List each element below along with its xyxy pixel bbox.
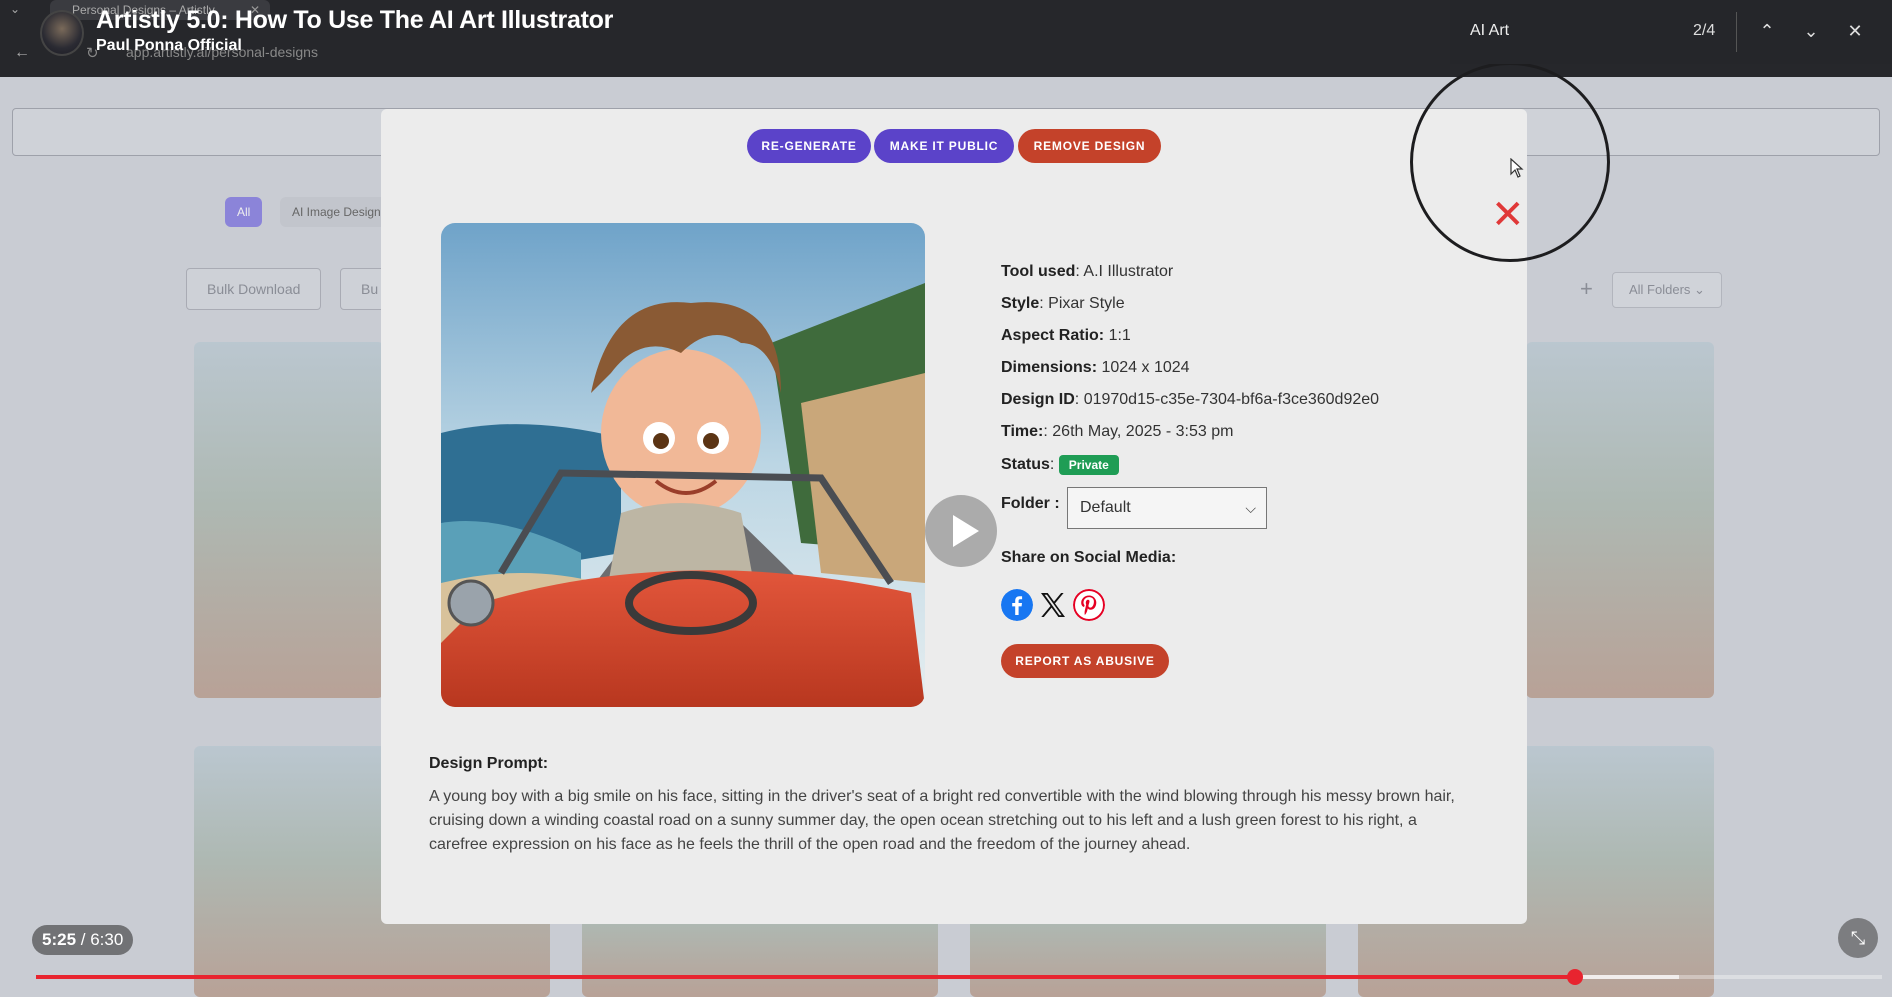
time-label: Time: bbox=[1001, 423, 1044, 440]
aspect-ratio-row: Aspect Ratio: 1:1 bbox=[1001, 327, 1131, 345]
all-folders-label: All Folders bbox=[1629, 282, 1691, 297]
facebook-icon[interactable] bbox=[1001, 589, 1033, 621]
chevron-down-icon: ⌵ bbox=[1245, 500, 1256, 516]
design-details-modal: RE-GENERATE MAKE IT PUBLIC REMOVE DESIGN… bbox=[381, 109, 1527, 924]
share-label: Share on Social Media: bbox=[1001, 549, 1177, 566]
chevron-up-icon[interactable]: ⌃ bbox=[1754, 18, 1780, 44]
design-id-label: Design ID bbox=[1001, 391, 1075, 408]
close-icon[interactable]: ✕ bbox=[1842, 18, 1868, 44]
tool-used-value: A.I Illustrator bbox=[1083, 263, 1174, 280]
channel-name[interactable]: Paul Ponna Official bbox=[96, 37, 242, 55]
aspect-ratio-value: 1:1 bbox=[1108, 327, 1131, 344]
video-time-current: 5:25 bbox=[42, 930, 77, 949]
report-abusive-button[interactable]: REPORT AS ABUSIVE bbox=[1001, 644, 1169, 678]
aspect-ratio-label: Aspect Ratio: bbox=[1001, 327, 1105, 344]
style-label: Style bbox=[1001, 295, 1040, 312]
design-id-row: Design ID: 01970d15-c35e-7304-bf6a-f3ce3… bbox=[1001, 391, 1380, 408]
video-time-total: 6:30 bbox=[90, 930, 124, 949]
design-thumbnail[interactable] bbox=[1526, 342, 1714, 698]
design-prompt-text: A young boy with a big smile on his face… bbox=[429, 788, 1455, 853]
filter-ai-image-design[interactable]: AI Image Design bbox=[280, 197, 393, 227]
remove-design-button[interactable]: REMOVE DESIGN bbox=[1018, 129, 1161, 163]
bulk-download-button[interactable]: Bulk Download bbox=[186, 268, 322, 310]
time-row: Time:: 26th May, 2025 - 3:53 pm bbox=[1001, 423, 1234, 440]
mouse-cursor-icon bbox=[1510, 158, 1524, 178]
chevron-down-icon[interactable]: ⌄ bbox=[1798, 18, 1824, 44]
dimensions-label: Dimensions: bbox=[1001, 359, 1098, 376]
all-folders-dropdown[interactable]: All Folders ⌄ bbox=[1612, 272, 1722, 308]
folder-label: Folder : bbox=[1001, 495, 1060, 512]
find-in-page-bar: AI Art 2/4 ⌃ ⌄ ✕ bbox=[1450, 0, 1892, 64]
status-label: Status bbox=[1001, 456, 1050, 473]
tab-list-chevron-icon[interactable]: ⌄ bbox=[10, 2, 20, 16]
regenerate-button[interactable]: RE-GENERATE bbox=[747, 129, 871, 163]
make-public-button[interactable]: MAKE IT PUBLIC bbox=[874, 129, 1014, 163]
find-query-input[interactable]: AI Art bbox=[1470, 22, 1509, 40]
folder-row: Folder : Default ⌵ bbox=[1001, 487, 1267, 529]
x-twitter-icon[interactable] bbox=[1037, 589, 1069, 621]
folder-select[interactable]: Default ⌵ bbox=[1067, 487, 1267, 529]
status-badge: Private bbox=[1058, 455, 1119, 475]
channel-avatar[interactable] bbox=[40, 10, 84, 56]
folder-select-value: Default bbox=[1080, 499, 1131, 516]
play-icon[interactable] bbox=[925, 495, 997, 567]
find-divider bbox=[1736, 12, 1737, 52]
style-row: Style: Pixar Style bbox=[1001, 295, 1125, 312]
style-value: Pixar Style bbox=[1048, 295, 1125, 312]
exit-fullscreen-icon[interactable]: ⤡ bbox=[1838, 918, 1878, 958]
design-thumbnail[interactable] bbox=[194, 342, 384, 698]
dimensions-row: Dimensions: 1024 x 1024 bbox=[1001, 359, 1190, 377]
find-result-count: 2/4 bbox=[1693, 22, 1716, 39]
video-time-separator: / bbox=[76, 930, 91, 949]
video-title[interactable]: Artistly 5.0: How To Use The AI Art Illu… bbox=[96, 6, 613, 35]
back-arrow-icon[interactable]: ← bbox=[14, 44, 30, 62]
pinterest-icon[interactable] bbox=[1073, 589, 1105, 621]
dimensions-value: 1024 x 1024 bbox=[1101, 359, 1190, 376]
design-image bbox=[441, 223, 925, 707]
time-value: 26th May, 2025 - 3:53 pm bbox=[1052, 423, 1234, 440]
status-row: Status: Private bbox=[1001, 455, 1119, 475]
video-progress-bar[interactable] bbox=[36, 975, 1576, 979]
filter-all[interactable]: All bbox=[225, 197, 263, 227]
add-folder-icon[interactable]: + bbox=[1580, 276, 1593, 302]
design-id-value: 01970d15-c35e-7304-bf6a-f3ce360d92e0 bbox=[1083, 391, 1380, 408]
tool-used-row: Tool used: A.I Illustrator bbox=[1001, 263, 1174, 280]
design-prompt-label: Design Prompt: bbox=[429, 755, 549, 772]
tool-used-label: Tool used bbox=[1001, 263, 1076, 280]
video-time-display: 5:25 / 6:30 bbox=[32, 925, 134, 955]
share-row: Share on Social Media: bbox=[1001, 549, 1176, 567]
